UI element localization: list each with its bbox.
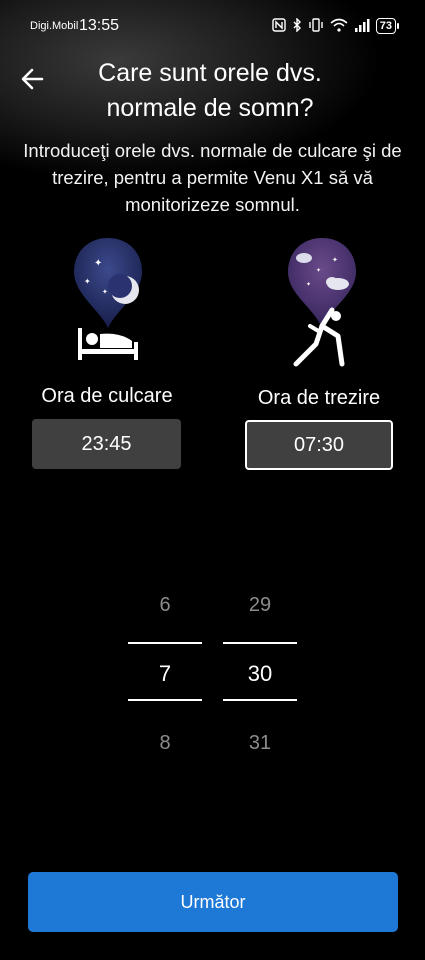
minute-picker[interactable]: 29 30 31: [223, 580, 297, 760]
battery-level: 73: [375, 18, 396, 34]
wifi-icon: [330, 18, 348, 35]
status-bar: Digi.Mobil 13:55 73: [0, 0, 425, 46]
minute-selected[interactable]: 30: [223, 661, 297, 687]
svg-text:✦: ✦: [84, 277, 91, 286]
hour-selected[interactable]: 7: [128, 661, 202, 687]
svg-text:✦: ✦: [306, 281, 311, 288]
minute-divider-bottom: [223, 699, 297, 701]
bedtime-selector[interactable]: 23:45: [32, 419, 181, 469]
svg-text:✦: ✦: [94, 258, 102, 269]
wake-label: Ora de trezire: [257, 387, 381, 409]
svg-text:✦: ✦: [316, 267, 321, 274]
status-time: 13:55: [79, 17, 120, 34]
page-title: Care sunt orele dvs. normale de somn?: [98, 59, 322, 122]
signal-icon: [354, 18, 370, 35]
nfc-icon: [272, 17, 286, 35]
status-icons: 73: [272, 16, 399, 36]
next-button[interactable]: Următor: [28, 872, 398, 932]
hour-divider-bottom: [128, 699, 202, 701]
bluetooth-icon: [292, 16, 302, 35]
carrier-name: Digi.Mobil: [30, 20, 79, 32]
hour-picker[interactable]: 6 7 8: [128, 580, 202, 760]
hour-next[interactable]: 8: [128, 732, 202, 755]
back-button[interactable]: [18, 64, 48, 94]
minute-next[interactable]: 31: [223, 732, 297, 755]
svg-text:✦: ✦: [332, 256, 338, 264]
minute-prev[interactable]: 29: [223, 594, 297, 617]
stretching-person-icon: ✦ ✦ ✦: [282, 236, 362, 372]
minute-divider-top: [223, 642, 297, 644]
battery-icon: 73: [375, 18, 399, 34]
svg-text:✦: ✦: [102, 288, 108, 296]
arrow-left-icon: [21, 68, 44, 90]
vibrate-icon: [308, 17, 324, 35]
page-subtitle: Introduceţi orele dvs. normale de culcar…: [23, 140, 402, 215]
wake-time-selector[interactable]: 07:30: [245, 420, 393, 470]
bedtime-label: Ora de culcare: [41, 385, 173, 407]
hour-divider-top: [128, 642, 202, 644]
hour-prev[interactable]: 6: [128, 594, 202, 617]
bed-moon-icon: ✦ ✦ ✦: [70, 236, 146, 366]
